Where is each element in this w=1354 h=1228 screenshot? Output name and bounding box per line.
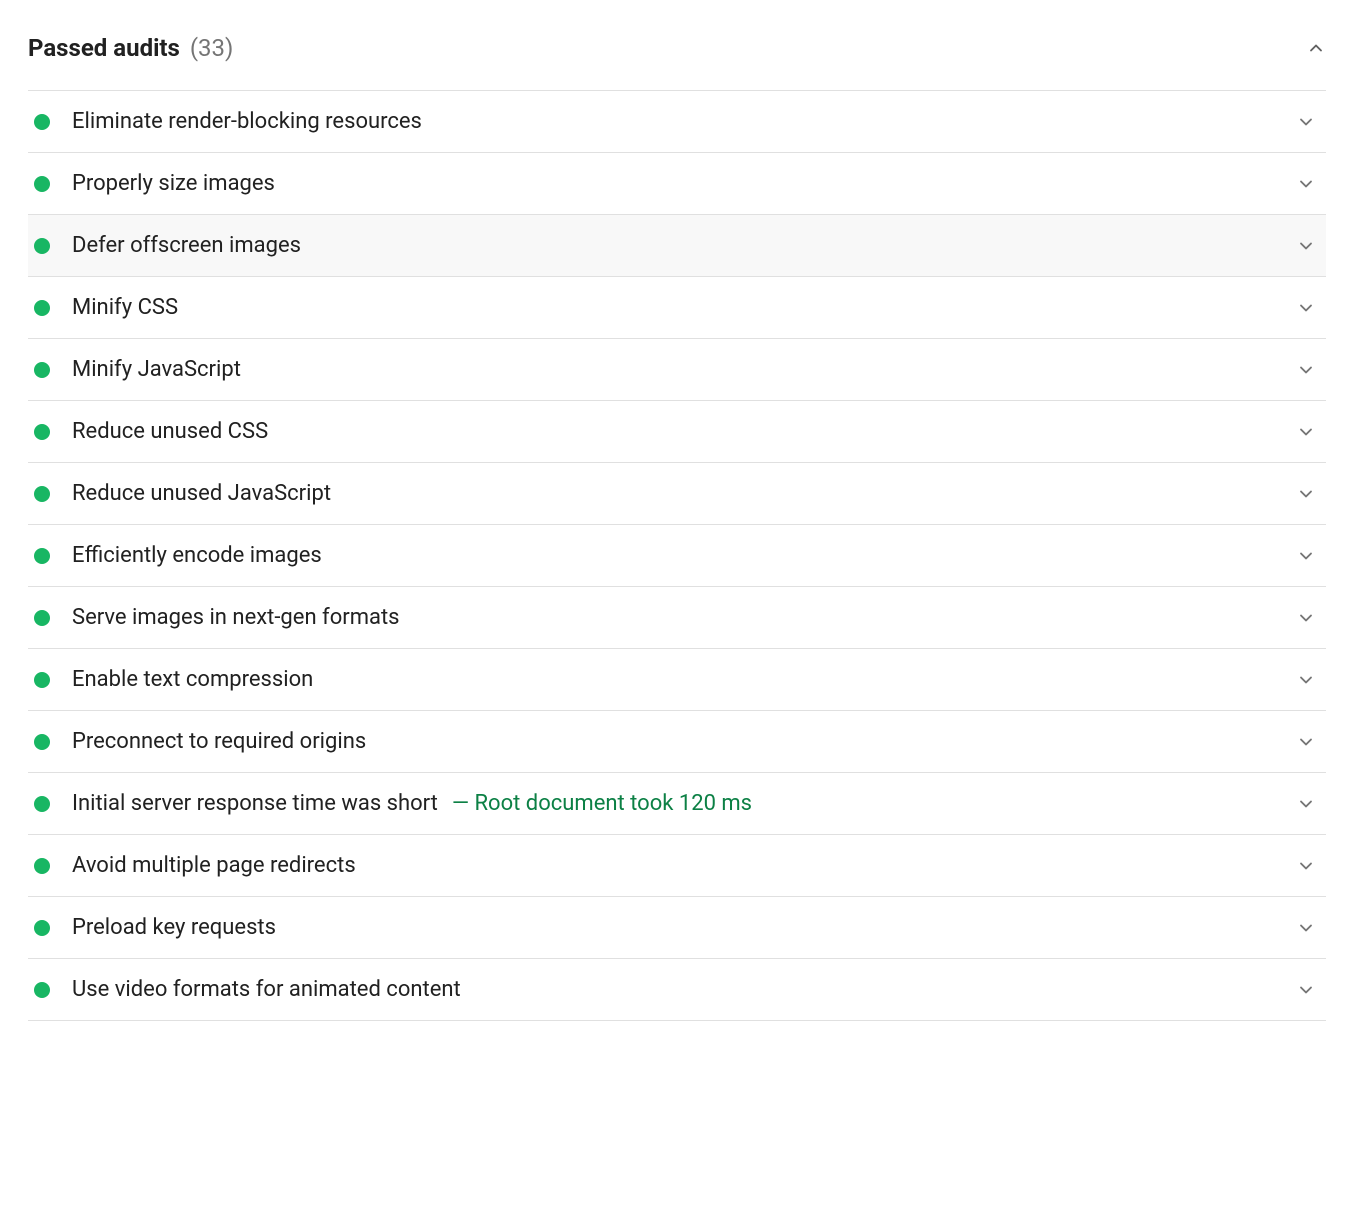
audit-label: Enable text compression bbox=[72, 667, 313, 692]
pass-dot-icon bbox=[34, 238, 50, 254]
audit-label: Preconnect to required origins bbox=[72, 729, 366, 754]
pass-dot-icon bbox=[34, 486, 50, 502]
audit-row[interactable]: Eliminate render-blocking resources bbox=[28, 90, 1326, 152]
pass-dot-icon bbox=[34, 672, 50, 688]
pass-dot-icon bbox=[34, 920, 50, 936]
chevron-down-icon bbox=[1296, 174, 1316, 194]
chevron-down-icon bbox=[1296, 298, 1316, 318]
chevron-down-icon bbox=[1296, 670, 1316, 690]
audit-row[interactable]: Use video formats for animated content bbox=[28, 958, 1326, 1020]
audit-row[interactable]: Minify JavaScript bbox=[28, 338, 1326, 400]
pass-dot-icon bbox=[34, 114, 50, 130]
audit-row[interactable]: Initial server response time was short — … bbox=[28, 772, 1326, 834]
pass-dot-icon bbox=[34, 610, 50, 626]
pass-dot-icon bbox=[34, 858, 50, 874]
pass-dot-icon bbox=[34, 176, 50, 192]
audit-row[interactable]: Reduce unused CSS bbox=[28, 400, 1326, 462]
passed-audits-header[interactable]: Passed audits (33) bbox=[28, 20, 1326, 90]
audit-label: Use video formats for animated content bbox=[72, 977, 461, 1002]
pass-dot-icon bbox=[34, 424, 50, 440]
audit-row[interactable]: Minify CSS bbox=[28, 276, 1326, 338]
chevron-down-icon bbox=[1296, 980, 1316, 1000]
audit-row[interactable]: Preload key requests bbox=[28, 896, 1326, 958]
pass-dot-icon bbox=[34, 734, 50, 750]
audit-row[interactable]: Serve images in next-gen formats bbox=[28, 586, 1326, 648]
audit-row[interactable]: Enable text compression bbox=[28, 648, 1326, 710]
audit-row[interactable]: Efficiently encode images bbox=[28, 524, 1326, 586]
section-title: Passed audits bbox=[28, 34, 180, 62]
chevron-down-icon bbox=[1296, 918, 1316, 938]
audit-label: Reduce unused CSS bbox=[72, 419, 268, 444]
chevron-down-icon bbox=[1296, 112, 1316, 132]
audit-row[interactable]: Preconnect to required origins bbox=[28, 710, 1326, 772]
audit-row[interactable]: Reduce unused JavaScript bbox=[28, 462, 1326, 524]
pass-dot-icon bbox=[34, 300, 50, 316]
section-count: (33) bbox=[190, 34, 234, 62]
chevron-down-icon bbox=[1296, 546, 1316, 566]
audit-label: Avoid multiple page redirects bbox=[72, 853, 356, 878]
chevron-down-icon bbox=[1296, 732, 1316, 752]
audit-label: Defer offscreen images bbox=[72, 233, 301, 258]
pass-dot-icon bbox=[34, 796, 50, 812]
header-title-wrap: Passed audits (33) bbox=[28, 34, 233, 62]
list-bottom-border bbox=[28, 1020, 1326, 1021]
chevron-down-icon bbox=[1296, 794, 1316, 814]
audit-row[interactable]: Defer offscreen images bbox=[28, 214, 1326, 276]
audit-detail: — Root document took 120 ms bbox=[452, 791, 752, 816]
pass-dot-icon bbox=[34, 362, 50, 378]
audit-label: Eliminate render-blocking resources bbox=[72, 109, 422, 134]
chevron-down-icon bbox=[1296, 484, 1316, 504]
chevron-down-icon bbox=[1296, 236, 1316, 256]
pass-dot-icon bbox=[34, 982, 50, 998]
pass-dot-icon bbox=[34, 548, 50, 564]
audit-row[interactable]: Avoid multiple page redirects bbox=[28, 834, 1326, 896]
audit-label: Initial server response time was short bbox=[72, 791, 438, 816]
audit-row[interactable]: Properly size images bbox=[28, 152, 1326, 214]
audit-label: Properly size images bbox=[72, 171, 275, 196]
chevron-down-icon bbox=[1296, 856, 1316, 876]
audit-label: Preload key requests bbox=[72, 915, 276, 940]
audit-label: Minify JavaScript bbox=[72, 357, 241, 382]
chevron-down-icon bbox=[1296, 360, 1316, 380]
chevron-down-icon bbox=[1296, 422, 1316, 442]
audit-list: Eliminate render-blocking resources Prope… bbox=[28, 90, 1326, 1020]
audit-label: Serve images in next-gen formats bbox=[72, 605, 400, 630]
audit-label: Minify CSS bbox=[72, 295, 178, 320]
audit-label: Efficiently encode images bbox=[72, 543, 322, 568]
chevron-down-icon bbox=[1296, 608, 1316, 628]
audit-label: Reduce unused JavaScript bbox=[72, 481, 331, 506]
chevron-up-icon bbox=[1306, 38, 1326, 58]
